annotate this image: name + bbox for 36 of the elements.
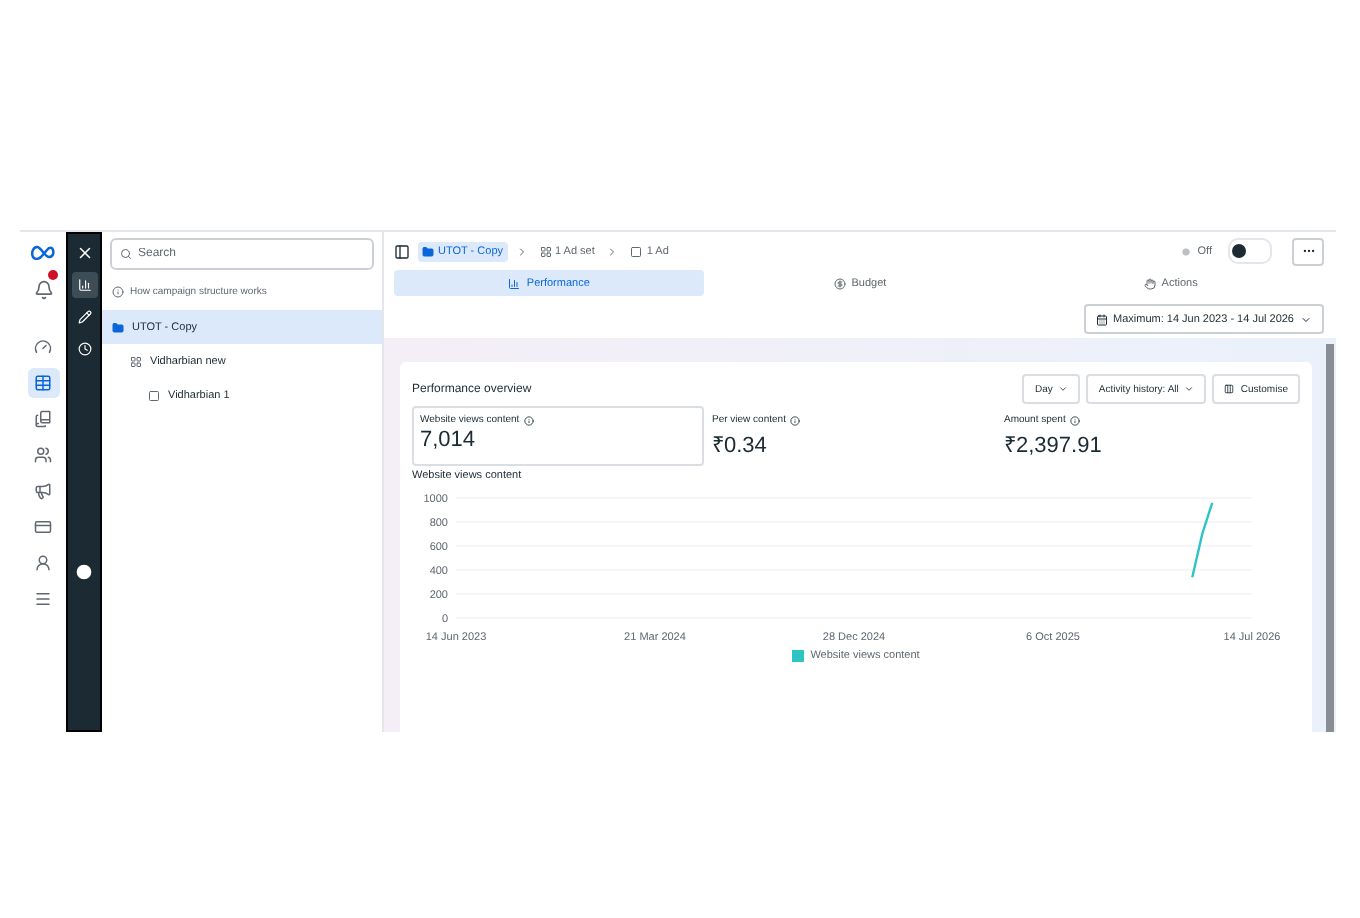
grid-icon (539, 245, 551, 257)
scrollbar[interactable] (1326, 344, 1334, 732)
caret-icon (1300, 313, 1312, 325)
folder-icon (112, 321, 124, 333)
columns-icon (1224, 384, 1235, 394)
info-icon (112, 286, 124, 298)
more-icon (1301, 244, 1315, 258)
bar-chart-icon (508, 277, 521, 289)
chevron-icon (606, 245, 619, 257)
dot-icon[interactable] (76, 564, 92, 580)
folder-icon (422, 245, 434, 257)
search-icon (120, 248, 132, 260)
square-icon (148, 389, 160, 401)
metric-value: 7,014 (420, 428, 478, 452)
metric-value: ₹0.34 (712, 432, 769, 458)
status-dot-icon (1181, 247, 1190, 255)
info-icon (1069, 415, 1080, 425)
square-icon (630, 245, 643, 257)
table-icon[interactable] (27, 368, 59, 398)
line-series (1191, 502, 1214, 578)
grid-icon (130, 355, 142, 367)
chart-icon[interactable] (71, 272, 97, 298)
toggle-switch[interactable] (1228, 238, 1272, 264)
hand-icon (1143, 277, 1156, 289)
info-icon (523, 415, 534, 425)
calendar-icon (1095, 313, 1107, 325)
panel-icon[interactable] (394, 243, 410, 259)
caret-icon (1058, 384, 1069, 394)
info-icon (789, 415, 800, 425)
notification-dot (47, 270, 57, 280)
caret-icon (1184, 384, 1195, 394)
metric-value: ₹2,397.91 (1004, 432, 1104, 458)
logo-icon[interactable] (29, 244, 57, 260)
coin-icon (833, 277, 846, 289)
legend-swatch (792, 650, 805, 662)
chevron-icon (515, 245, 527, 257)
